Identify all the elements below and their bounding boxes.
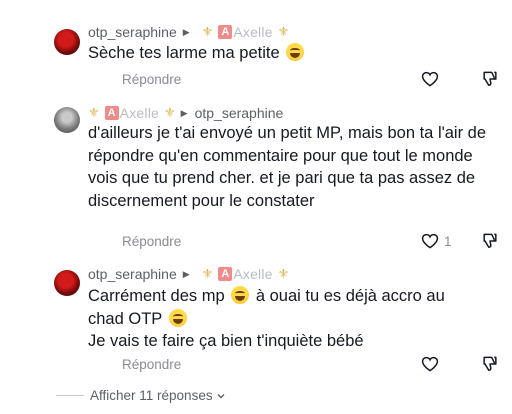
heart-outline-icon[interactable] bbox=[420, 354, 440, 374]
reply-button[interactable]: Répondre bbox=[122, 72, 181, 87]
badge-icon: A bbox=[218, 267, 233, 281]
avatar[interactable] bbox=[54, 270, 80, 296]
like-count: 1 bbox=[444, 233, 452, 249]
comment-meta: otp_seraphine ▶ ⚜ A Axelle ⚜ bbox=[88, 23, 294, 41]
grinning-sweat-emoji bbox=[168, 308, 187, 327]
reply-button[interactable]: Répondre bbox=[122, 357, 181, 372]
comment-text: Sèche tes larme ma petite bbox=[88, 42, 498, 65]
triangle-right-icon: ▶ bbox=[182, 26, 190, 37]
fleur-de-lis-icon: ⚜ bbox=[164, 105, 176, 120]
comment-meta: otp_seraphine ▶ ⚜ A Axelle ⚜ bbox=[88, 265, 294, 283]
comment-actions bbox=[420, 68, 497, 90]
grinning-sweat-emoji bbox=[231, 286, 250, 304]
thumbs-down-icon[interactable] bbox=[480, 69, 500, 89]
fleur-de-lis-icon: ⚜ bbox=[277, 24, 290, 39]
badge-icon: A bbox=[104, 106, 119, 120]
author-name[interactable]: otp_seraphine bbox=[88, 24, 177, 40]
comment-actions: 1 bbox=[420, 230, 497, 252]
comment-actions bbox=[420, 353, 497, 375]
avatar[interactable] bbox=[54, 29, 80, 55]
heart-outline-icon[interactable] bbox=[420, 69, 440, 89]
author-name[interactable]: Axelle bbox=[120, 105, 159, 121]
reply-to-name[interactable]: Axelle bbox=[233, 24, 272, 40]
badge-icon: A bbox=[218, 25, 233, 39]
author-name[interactable]: otp_seraphine bbox=[88, 266, 177, 282]
avatar[interactable] bbox=[54, 107, 80, 133]
show-more-label: Afficher 11 réponses bbox=[90, 388, 213, 403]
fleur-de-lis-icon: ⚜ bbox=[201, 266, 214, 281]
show-more-replies[interactable]: Afficher 11 réponses bbox=[56, 388, 226, 403]
comment-meta: ⚜ A Axelle ⚜ ▶ otp_seraphine bbox=[88, 104, 283, 122]
reply-button[interactable]: Répondre bbox=[122, 234, 181, 249]
thumbs-down-icon[interactable] bbox=[480, 231, 500, 251]
fleur-de-lis-icon: ⚜ bbox=[88, 105, 100, 120]
reply-to-name[interactable]: Axelle bbox=[233, 266, 272, 282]
triangle-right-icon: ▶ bbox=[180, 107, 188, 118]
fleur-de-lis-icon: ⚜ bbox=[201, 24, 214, 39]
thumbs-down-icon[interactable] bbox=[480, 354, 500, 374]
reply-to-name[interactable]: otp_seraphine bbox=[195, 105, 284, 121]
comment-text: Carrément des mp à ouai tu es déjà accro… bbox=[88, 286, 445, 350]
triangle-right-icon: ▶ bbox=[182, 268, 190, 279]
grinning-sweat-emoji bbox=[286, 43, 305, 61]
fleur-de-lis-icon: ⚜ bbox=[277, 266, 290, 281]
comment-text: d'ailleurs je t'ai envoyé un petit MP, m… bbox=[88, 124, 487, 210]
chevron-down-icon bbox=[217, 393, 225, 398]
heart-outline-icon[interactable] bbox=[420, 231, 440, 251]
divider bbox=[56, 395, 84, 396]
